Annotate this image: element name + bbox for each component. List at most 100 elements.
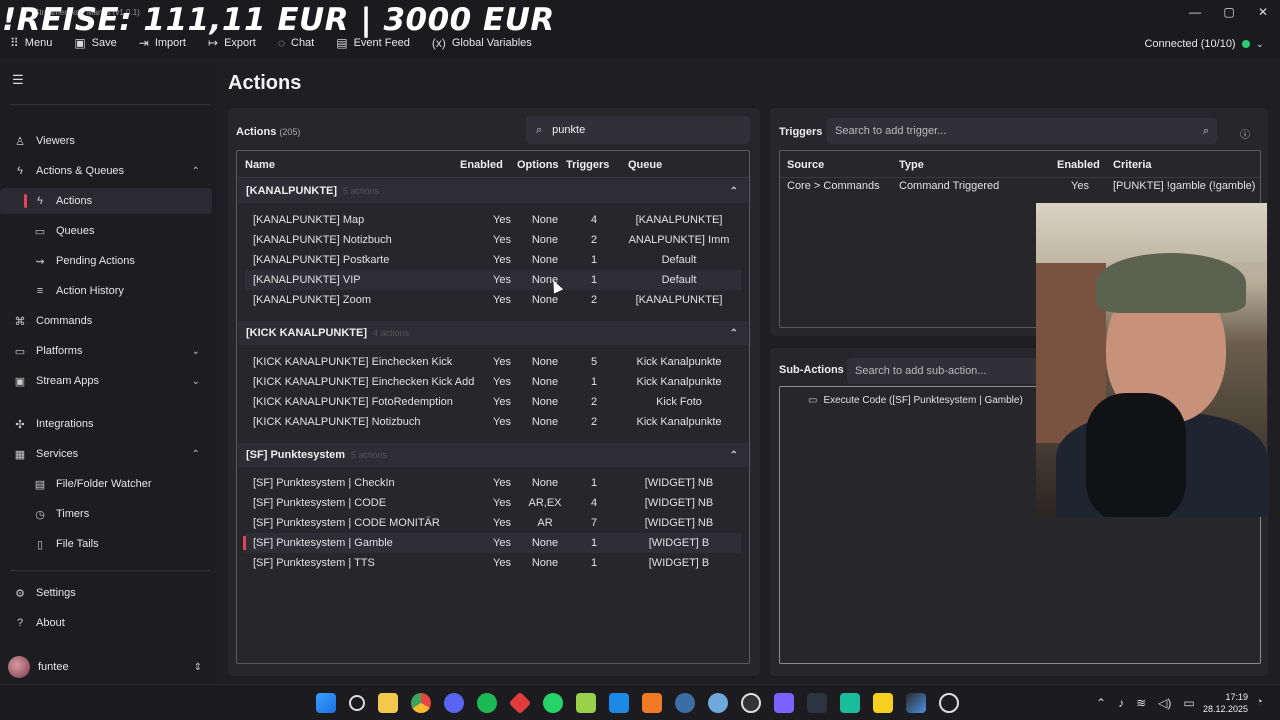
- whatsapp-icon[interactable]: [543, 693, 563, 713]
- column-header-name[interactable]: Name: [245, 159, 275, 171]
- table-row[interactable]: [KANALPUNKTE] Zoom Yes None 2 [KANALPUNKTE]: [245, 290, 741, 310]
- column-header-triggers[interactable]: Triggers: [566, 159, 609, 171]
- file-explorer-icon[interactable]: [378, 693, 398, 713]
- chevron-up-icon: ⌃: [191, 165, 200, 177]
- sidebar-item-actions-queues[interactable]: ϟ Actions & Queues ⌃: [0, 158, 212, 184]
- table-row[interactable]: [KANALPUNKTE] Map Yes None 4 [KANALPUNKTE]: [245, 210, 741, 230]
- action-group-header[interactable]: [KANALPUNKTE] 5 actions ⌃: [238, 179, 748, 203]
- close-icon[interactable]: ✕: [1246, 0, 1280, 24]
- table-cell: None: [531, 234, 559, 246]
- menu-button[interactable]: ⠿ Menu: [10, 36, 52, 50]
- actions-search-input[interactable]: ⌕ punkte: [526, 116, 750, 144]
- windows-start-icon[interactable]: [316, 693, 336, 713]
- user-profile[interactable]: funtee ⇕: [0, 652, 216, 682]
- obs-icon[interactable]: [741, 693, 761, 713]
- red-app-icon[interactable]: [508, 691, 532, 715]
- table-cell: [SF] Punktesystem | CheckIn: [253, 477, 395, 489]
- steam-icon[interactable]: [675, 693, 695, 713]
- streamerbot-icon[interactable]: [774, 693, 794, 713]
- column-header-enabled[interactable]: Enabled: [460, 159, 503, 171]
- vscode-icon[interactable]: [609, 693, 629, 713]
- table-row[interactable]: [KICK KANALPUNKTE] FotoRedemption Yes None…: [245, 392, 741, 412]
- table-row[interactable]: [SF] Punktesystem | CODE Yes AR,EX 4 [WIDGET…: [245, 493, 741, 513]
- table-row-selected[interactable]: [SF] Punktesystem | Gamble Yes None 1 [WIDGE…: [243, 533, 741, 553]
- column-header-criteria[interactable]: Criteria: [1113, 159, 1152, 171]
- table-row[interactable]: [SF] Punktesystem | CheckIn Yes None 1 [WIDG…: [245, 473, 741, 493]
- sidebar-item-services[interactable]: ▦ Services ⌃: [0, 441, 212, 467]
- sidebar-item-commands[interactable]: ⌘ Commands: [0, 308, 212, 334]
- info-icon[interactable]: ⓘ: [1240, 126, 1250, 141]
- column-header-enabled[interactable]: Enabled: [1057, 159, 1100, 171]
- sidebar-item-queues[interactable]: ▭ Queues: [0, 218, 212, 244]
- battery-icon[interactable]: ▭: [1183, 696, 1194, 710]
- volume-icon[interactable]: ◁): [1158, 696, 1171, 710]
- discord-icon[interactable]: [444, 693, 464, 713]
- sidebar-item-file-tails[interactable]: ▯ File Tails: [0, 531, 212, 557]
- table-row[interactable]: [SF] Punktesystem | TTS Yes None 1 [WIDGET] …: [245, 553, 741, 573]
- green-app-icon[interactable]: [576, 693, 596, 713]
- sidebar-item-settings[interactable]: ⚙ Settings: [0, 580, 212, 606]
- table-row[interactable]: [KICK KANALPUNKTE] Einchecken Kick Add Ye…: [245, 372, 741, 392]
- table-cell: 1: [590, 274, 598, 286]
- table-row[interactable]: [KICK KANALPUNKTE] Einchecken Kick Yes Non…: [245, 352, 741, 372]
- table-row[interactable]: [SF] Punktesystem | CODE MONITÄR Yes AR 7 [W…: [245, 513, 741, 533]
- connection-status[interactable]: Connected (10/10) ⌄: [1144, 38, 1264, 50]
- action-group-header[interactable]: [SF] Punktesystem 5 actions ⌃: [238, 443, 748, 467]
- save-button[interactable]: ▣ Save: [74, 36, 116, 50]
- blue-app-icon[interactable]: [708, 693, 728, 713]
- wifi-icon[interactable]: ≋: [1136, 696, 1146, 710]
- minimize-icon[interactable]: —: [1178, 0, 1212, 24]
- sidebar-item-file-folder-watcher[interactable]: ▤ File/Folder Watcher: [0, 471, 212, 497]
- search-icon[interactable]: [349, 695, 365, 711]
- chevron-up-icon[interactable]: ⌃: [1096, 696, 1106, 710]
- chatgpt-icon[interactable]: [939, 693, 959, 713]
- sub-action-search-input[interactable]: Search to add sub-action...: [847, 358, 1047, 384]
- notification-bell-icon[interactable]: ◔: [1256, 696, 1263, 708]
- teal-app-icon[interactable]: [840, 693, 860, 713]
- table-cell: 7: [590, 517, 598, 529]
- column-header-options[interactable]: Options: [517, 159, 559, 171]
- sidebar-item-pending-actions[interactable]: ⇝ Pending Actions: [0, 248, 212, 274]
- audio-app-icon[interactable]: [807, 693, 827, 713]
- table-row[interactable]: [KANALPUNKTE] Notizbuch Yes None 2 ANALPUNKT…: [245, 230, 741, 250]
- global-variables-button[interactable]: (x) Global Variables: [432, 36, 532, 50]
- maximize-icon[interactable]: ▢: [1212, 0, 1246, 24]
- chat-button[interactable]: ◌ Chat: [278, 36, 314, 50]
- queue-icon: ▭: [34, 225, 46, 238]
- import-button[interactable]: ⇥ Import: [139, 36, 186, 50]
- clock[interactable]: 17:19 28.12.2025: [1200, 691, 1248, 715]
- sticky-notes-icon[interactable]: [873, 693, 893, 713]
- sidebar-item-platforms[interactable]: ▭ Platforms ⌄: [0, 338, 212, 364]
- table-row[interactable]: [KANALPUNKTE] Postkarte Yes None 1 Default: [245, 250, 741, 270]
- sidebar-item-action-history[interactable]: ≡ Action History: [0, 278, 212, 304]
- orange-app-icon[interactable]: [642, 693, 662, 713]
- sidebar-item-integrations[interactable]: ✣ Integrations: [0, 411, 212, 437]
- table-cell: AR: [537, 517, 553, 529]
- webcam-overlay: [1036, 203, 1267, 517]
- table-cell: [WIDGET] NB: [644, 477, 714, 489]
- sidebar-item-timers[interactable]: ◷ Timers: [0, 501, 212, 527]
- table-row[interactable]: [KICK KANALPUNKTE] Notizbuch Yes None 2 Kick…: [245, 412, 741, 432]
- event-feed-button[interactable]: ▤ Event Feed: [336, 36, 410, 50]
- table-row[interactable]: [KANALPUNKTE] VIP Yes None 1 Default: [245, 270, 741, 290]
- spotify-icon[interactable]: [477, 693, 497, 713]
- chevron-down-icon[interactable]: ⌄: [1256, 39, 1264, 50]
- table-cell: 2: [590, 396, 598, 408]
- chrome-icon[interactable]: [411, 693, 431, 713]
- sidebar-item-stream-apps[interactable]: ▣ Stream Apps ⌄: [0, 368, 212, 394]
- paint-app-icon[interactable]: [906, 693, 926, 713]
- sidebar-item-about[interactable]: ? About: [0, 610, 212, 636]
- column-header-type[interactable]: Type: [899, 159, 924, 171]
- microphone-icon[interactable]: ♪: [1118, 696, 1124, 710]
- column-header-queue[interactable]: Queue: [628, 159, 662, 171]
- export-button[interactable]: ↦ Export: [208, 36, 256, 50]
- action-group-header[interactable]: [KICK KANALPUNKTE] 4 actions ⌃: [238, 321, 748, 345]
- sidebar-item-actions[interactable]: ϟ Actions: [0, 188, 212, 214]
- sidebar-item-viewers[interactable]: ♙ Viewers: [0, 128, 212, 154]
- table-cell: 2: [590, 234, 598, 246]
- hamburger-icon[interactable]: ☰: [12, 72, 24, 88]
- column-header-source[interactable]: Source: [787, 159, 824, 171]
- sub-action-item[interactable]: ▭ Execute Code ([SF] Punktesystem | Gamb…: [808, 395, 1023, 406]
- trigger-search-input[interactable]: Search to add trigger... ⌕: [827, 118, 1217, 144]
- title-bar: Streamer.bot - Mantis (v1.0.1) !REISE: 1…: [0, 0, 1280, 58]
